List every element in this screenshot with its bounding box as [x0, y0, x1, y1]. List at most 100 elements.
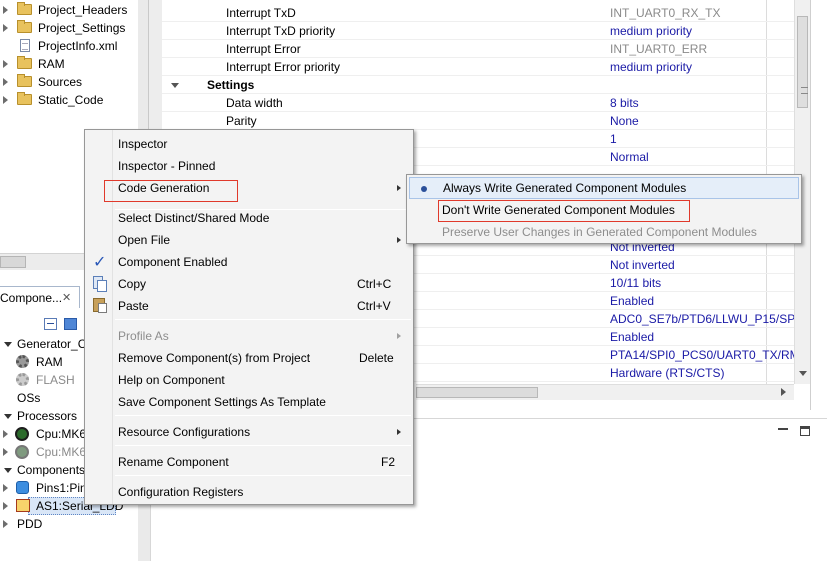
menu-item-label: Copy [118, 277, 147, 291]
tree-item-label: Generator_C [17, 337, 87, 351]
menu-separator [115, 415, 411, 416]
menu-item-save-as-template[interactable]: Save Component Settings As Template [85, 391, 413, 413]
submenu-item-preserve-user-changes: Preserve User Changes in Generated Compo… [407, 221, 801, 243]
menu-item-label: Rename Component [118, 455, 229, 469]
close-icon[interactable]: ✕ [62, 287, 71, 308]
scroll-right-icon[interactable] [781, 388, 786, 396]
tree-item-label: Cpu:MK6 [36, 427, 87, 441]
serial-component-icon [16, 499, 30, 512]
menu-separator [115, 475, 411, 476]
folder-icon [17, 56, 32, 69]
property-value[interactable]: medium priority [610, 58, 794, 76]
minimize-icon[interactable] [778, 428, 788, 431]
menu-item-inspector-pinned[interactable]: Inspector - Pinned [85, 155, 413, 177]
property-value[interactable]: Enabled [610, 292, 794, 310]
tree-item-label: Pins1:Pin [36, 481, 87, 495]
menu-item-configuration-registers[interactable]: Configuration Registers [85, 481, 413, 503]
property-name: Interrupt TxD priority [226, 24, 336, 38]
property-row[interactable]: Data width 8 bits [162, 94, 794, 112]
context-menu: Inspector Inspector - Pinned Code Genera… [84, 129, 414, 505]
expand-arrow-icon[interactable] [3, 6, 8, 14]
menu-item-label: Component Enabled [118, 255, 228, 269]
property-value[interactable]: PTA14/SPI0_PCS0/UART0_TX/RMII [610, 346, 794, 364]
property-row[interactable]: Interrupt Error priority medium priority [162, 58, 794, 76]
scrollbar-thumb[interactable] [416, 387, 538, 398]
submenu-arrow-icon [397, 237, 401, 243]
scrollbar-thumb[interactable] [797, 16, 808, 108]
property-value[interactable]: 8 bits [610, 94, 794, 112]
property-row[interactable]: Interrupt Error INT_UART0_ERR [162, 40, 794, 58]
menu-item-label: Remove Component(s) from Project [118, 351, 311, 365]
menu-item-shortcut: Ctrl+C [357, 277, 392, 291]
menu-item-shortcut: Ctrl+V [357, 299, 391, 313]
expand-arrow-icon[interactable] [3, 24, 8, 32]
paste-icon [93, 298, 107, 313]
expand-arrow-icon[interactable] [3, 78, 8, 86]
menu-item-rename-component[interactable]: Rename Component F2 [85, 451, 413, 473]
expand-arrow-icon[interactable] [3, 520, 8, 528]
menu-item-label: Open File [118, 233, 171, 247]
submenu-item-label: Always Write Generated Component Modules [443, 181, 687, 195]
menu-item-label: Inspector - Pinned [118, 159, 216, 173]
property-row[interactable]: Parity None [162, 112, 794, 130]
property-value[interactable]: 1 [610, 130, 794, 148]
menu-item-shortcut: F2 [381, 455, 396, 469]
section-label: Settings [207, 78, 255, 92]
menu-item-label: Select Distinct/Shared Mode [118, 211, 270, 225]
scrollbar-thumb[interactable] [0, 256, 26, 268]
submenu-arrow-icon [397, 429, 401, 435]
collapse-arrow-icon[interactable] [4, 342, 12, 347]
collapse-arrow-icon[interactable] [171, 83, 179, 88]
properties-horizontal-scrollbar[interactable] [416, 384, 794, 400]
property-value[interactable]: Normal [610, 148, 794, 166]
property-name: Interrupt Error priority [226, 60, 341, 74]
scroll-down-icon[interactable] [799, 371, 807, 376]
property-value[interactable]: None [610, 112, 794, 130]
property-value[interactable]: Enabled [610, 328, 794, 346]
menu-item-paste[interactable]: Paste Ctrl+V [85, 295, 413, 317]
property-value[interactable]: ADC0_SE7b/PTD6/LLWU_P15/SPI0. [610, 310, 794, 328]
tab-label: Compone... [0, 291, 63, 305]
property-value[interactable]: 10/11 bits [610, 274, 794, 292]
property-value[interactable]: Not inverted [610, 256, 794, 274]
property-section-row[interactable]: Settings [162, 76, 794, 94]
menu-item-label: Paste [118, 299, 149, 313]
maximize-icon[interactable] [800, 426, 810, 436]
expand-arrow-icon[interactable] [3, 502, 8, 510]
tree-item-label: FLASH [36, 373, 75, 387]
menu-item-help-on-component[interactable]: Help on Component [85, 369, 413, 391]
property-row[interactable]: Interrupt TxD priority medium priority [162, 22, 794, 40]
components-view-tab[interactable]: Compone... ✕ [0, 286, 80, 308]
folder-icon [17, 74, 32, 87]
menu-item-copy[interactable]: Copy Ctrl+C [85, 273, 413, 295]
property-name: Interrupt Error [226, 42, 301, 56]
expand-arrow-icon[interactable] [3, 430, 8, 438]
collapse-arrow-icon[interactable] [4, 414, 12, 419]
menu-item-resource-configurations[interactable]: Resource Configurations [85, 421, 413, 443]
menu-item-open-file[interactable]: Open File [85, 229, 413, 251]
submenu-item-always-write[interactable]: Always Write Generated Component Modules [409, 177, 799, 199]
menu-item-remove-component[interactable]: Remove Component(s) from Project Delete [85, 347, 413, 369]
collapse-arrow-icon[interactable] [4, 468, 12, 473]
folder-icon [17, 2, 32, 15]
expand-arrow-icon[interactable] [3, 484, 8, 492]
menu-item-label: Profile As [118, 329, 169, 343]
folder-icon [17, 92, 32, 105]
collapse-all-icon[interactable] [44, 318, 57, 330]
tree-item-label: Static_Code [38, 93, 104, 107]
property-value[interactable]: Hardware (RTS/CTS) [610, 364, 794, 382]
folder-icon[interactable] [64, 318, 77, 330]
expand-arrow-icon[interactable] [3, 448, 8, 456]
menu-item-label: Resource Configurations [118, 425, 251, 439]
menu-item-component-enabled[interactable]: ✓ Component Enabled [85, 251, 413, 273]
tree-item-label: Project_Headers [38, 3, 128, 17]
property-row[interactable]: Interrupt TxD INT_UART0_RX_TX [162, 4, 794, 22]
property-value[interactable]: medium priority [610, 22, 794, 40]
expand-arrow-icon[interactable] [3, 60, 8, 68]
expand-arrow-icon[interactable] [3, 96, 8, 104]
menu-item-inspector[interactable]: Inspector [85, 133, 413, 155]
menu-item-select-distinct-shared[interactable]: Select Distinct/Shared Mode [85, 207, 413, 229]
right-edge-panel [810, 0, 827, 410]
menu-item-label: Inspector [118, 137, 168, 151]
file-icon [20, 39, 30, 52]
